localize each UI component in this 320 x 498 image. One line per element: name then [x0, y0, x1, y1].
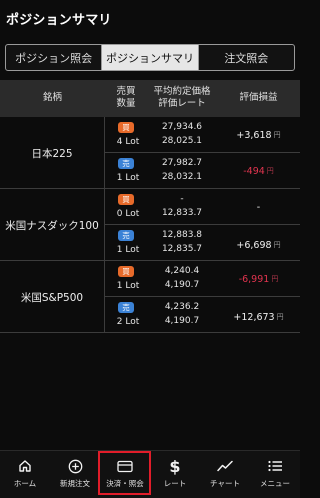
sell-badge: 売 — [118, 230, 134, 241]
nav-home[interactable]: ホーム — [0, 451, 50, 498]
nav-menu[interactable]: メニュー — [250, 451, 300, 498]
table-row[interactable]: 買 4 Lot 27,934.6 28,025.1 +3,618 円 — [105, 117, 300, 153]
pl-value: +12,673 — [233, 311, 275, 323]
dollar-icon: $ — [169, 456, 181, 476]
plus-circle-icon — [50, 458, 100, 474]
view-tabs: ポジション照会 ポジションサマリ 注文照会 — [5, 44, 295, 71]
pl-value: +6,698 — [236, 239, 272, 251]
eval-rate: 12,833.7 — [161, 208, 203, 218]
symbol-name: 米国ナスダック100 — [0, 189, 105, 261]
pl-unit: 円 — [273, 131, 281, 139]
pl-unit: 円 — [266, 167, 274, 175]
header-symbol: 銘柄 — [42, 92, 62, 103]
page-title: ポジションサマリ — [6, 12, 112, 28]
lot-qty: 1 Lot — [116, 245, 140, 255]
nav-rate[interactable]: $ レート — [150, 451, 200, 498]
header-avg-price: 平均約定価格 — [153, 86, 211, 97]
table-row[interactable]: 売 1 Lot 27,982.7 28,032.1 -494 円 — [105, 153, 300, 189]
nav-chart[interactable]: チャート — [200, 451, 250, 498]
sell-badge: 売 — [118, 158, 134, 169]
profit-loss: -494 円 — [217, 153, 300, 189]
profit-loss: - — [217, 189, 300, 225]
tab-order-inquiry[interactable]: 注文照会 — [199, 45, 294, 70]
pl-value: -494 — [243, 165, 265, 177]
tab-position-summary[interactable]: ポジションサマリ — [102, 45, 199, 70]
position-group-nasdaq100[interactable]: 米国ナスダック100 買 0 Lot - 12,833.7 - 売 1 Lot … — [0, 189, 300, 261]
total-profit-loss: +12,673 円 — [217, 308, 300, 326]
symbol-name: 米国S&P500 — [0, 261, 105, 333]
nav-label: ホーム — [13, 479, 37, 488]
total-profit-loss: +6,698 円 — [217, 236, 300, 254]
buy-badge: 買 — [118, 266, 134, 277]
lot-qty: 4 Lot — [116, 137, 140, 147]
title-bar: ポジションサマリ — [0, 0, 300, 36]
header-side-qty: 売買 数量 — [105, 86, 147, 110]
bottom-nav: ホーム 新規注文 決済・照会 $ レート チャート メニュー — [0, 450, 300, 498]
profit-loss: +3,618 円 — [217, 117, 300, 153]
sell-badge: 売 — [118, 302, 134, 313]
avg-price: 12,883.8 — [161, 230, 203, 240]
nav-label: メニュー — [260, 479, 290, 488]
position-group-nikkei225[interactable]: 日本225 買 4 Lot 27,934.6 28,025.1 +3,618 円 … — [0, 117, 300, 189]
lot-qty: 2 Lot — [116, 317, 140, 327]
buy-badge: 買 — [118, 194, 134, 205]
pl-unit: 円 — [276, 313, 284, 321]
card-icon — [100, 458, 150, 474]
eval-rate: 4,190.7 — [164, 280, 200, 290]
chart-line-icon — [200, 458, 250, 474]
pl-unit: 円 — [271, 275, 279, 283]
table-row[interactable]: 買 1 Lot 4,240.4 4,190.7 -6,991 円 — [105, 261, 300, 297]
nav-label: 決済・照会 — [106, 479, 144, 488]
nav-label: レート — [163, 479, 187, 488]
avg-price: - — [180, 194, 184, 204]
symbol-name: 日本225 — [0, 117, 105, 189]
header-eval-rate: 評価レート — [158, 98, 206, 109]
pl-unit: 円 — [273, 241, 281, 249]
header-side: 売買 — [116, 86, 136, 97]
lot-qty: 1 Lot — [116, 281, 140, 291]
lot-qty: 1 Lot — [116, 173, 140, 183]
table-header: 銘柄 売買 数量 平均約定価格 評価レート 評価損益 — [0, 80, 300, 117]
avg-price: 27,934.6 — [161, 122, 203, 132]
buy-badge: 買 — [118, 122, 134, 133]
header-pl: 評価損益 — [239, 92, 278, 103]
menu-icon — [250, 458, 300, 474]
nav-label: 新規注文 — [60, 479, 90, 488]
eval-rate: 12,835.7 — [161, 244, 203, 254]
eval-rate: 28,025.1 — [161, 136, 203, 146]
lot-qty: 0 Lot — [116, 209, 140, 219]
avg-price: 27,982.7 — [161, 158, 203, 168]
nav-label: チャート — [210, 479, 240, 488]
avg-price: 4,240.4 — [164, 266, 200, 276]
header-price: 平均約定価格 評価レート — [147, 86, 217, 110]
nav-settlement-inquiry[interactable]: 決済・照会 — [100, 451, 150, 498]
table-row[interactable]: 買 0 Lot - 12,833.7 - — [105, 189, 300, 225]
home-icon — [0, 458, 50, 474]
pl-value: +3,618 — [236, 129, 272, 141]
eval-rate: 28,032.1 — [161, 172, 203, 182]
eval-rate: 4,190.7 — [164, 316, 200, 326]
avg-price: 4,236.2 — [164, 302, 200, 312]
position-group-sp500[interactable]: 米国S&P500 買 1 Lot 4,240.4 4,190.7 -6,991 円… — [0, 261, 300, 333]
tab-position-inquiry[interactable]: ポジション照会 — [6, 45, 103, 70]
pl-value: -6,991 — [238, 273, 270, 285]
header-qty: 数量 — [116, 98, 136, 109]
pl-value: - — [256, 201, 261, 213]
nav-new-order[interactable]: 新規注文 — [50, 451, 100, 498]
profit-loss: -6,991 円 — [217, 261, 300, 297]
